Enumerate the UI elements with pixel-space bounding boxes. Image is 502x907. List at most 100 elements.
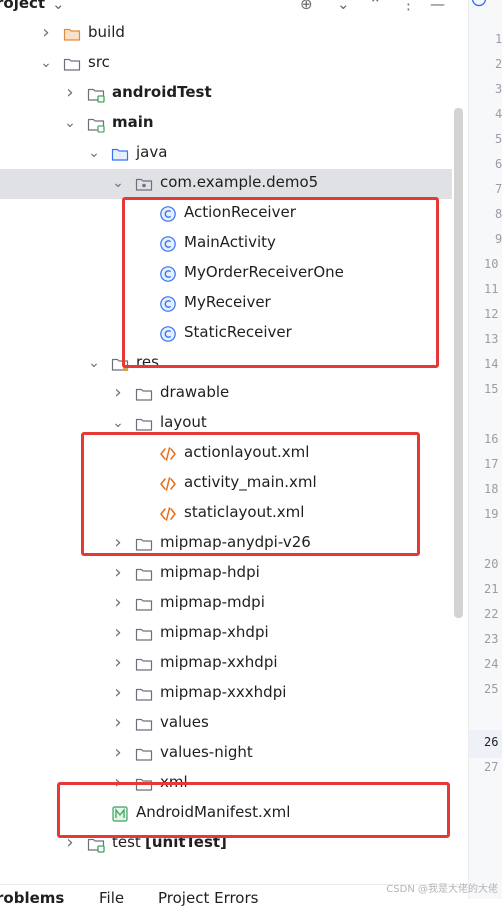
source-folder-icon xyxy=(111,145,129,163)
tree-item-label: com.example.demo5 xyxy=(160,173,319,191)
line-number: 14 xyxy=(484,357,499,371)
line-number: 13 xyxy=(484,332,499,346)
options-icon[interactable]: ⋮ xyxy=(401,0,416,13)
chevron-down-icon[interactable]: ⌄ xyxy=(112,175,124,191)
chevron-down-icon[interactable]: ⌄ xyxy=(112,415,124,431)
folder-icon xyxy=(135,745,153,763)
folder-icon xyxy=(135,415,153,433)
line-number: 2 xyxy=(495,57,502,71)
class-file-tab-icon[interactable] xyxy=(471,0,487,9)
tree-item-label: layout xyxy=(160,413,207,431)
chevron-right-icon[interactable]: › xyxy=(112,384,124,402)
chevron-right-icon[interactable]: › xyxy=(112,564,124,582)
tree-item-label: main xyxy=(112,113,154,131)
line-number: 16 xyxy=(484,432,499,446)
line-number: 8 xyxy=(495,207,502,221)
folder-icon xyxy=(135,385,153,403)
tree-row[interactable]: › androidTest xyxy=(0,79,452,109)
line-number: 25 xyxy=(484,682,499,696)
tab-problems[interactable]: roblems xyxy=(0,889,64,907)
tree-row[interactable]: › mipmap-xxxhdpi xyxy=(0,679,452,709)
line-number: 20 xyxy=(484,557,499,571)
line-number: 27 xyxy=(484,760,499,774)
line-number: 6 xyxy=(495,157,502,171)
line-number: 4 xyxy=(495,107,502,121)
package-icon xyxy=(135,175,153,193)
tree-row[interactable]: › build xyxy=(0,19,452,49)
line-number: 5 xyxy=(495,132,502,146)
tree-item-label: mipmap-xhdpi xyxy=(160,623,269,641)
chevron-right-icon[interactable]: › xyxy=(40,24,52,42)
tab-project-errors[interactable]: Project Errors xyxy=(158,889,258,907)
chevron-down-icon[interactable]: ⌄ xyxy=(64,115,76,131)
line-number: 23 xyxy=(484,632,499,646)
locate-icon[interactable]: ⊕ xyxy=(300,0,313,13)
tree-row[interactable]: ⌄ main xyxy=(0,109,452,139)
chevron-right-icon[interactable]: › xyxy=(64,84,76,102)
tree-row[interactable]: ⌄ com.example.demo5 xyxy=(0,169,452,199)
highlight-box-manifest xyxy=(57,782,450,838)
tree-row[interactable]: › values xyxy=(0,709,452,739)
tree-item-label: values-night xyxy=(160,743,253,761)
hide-icon[interactable]: — xyxy=(430,0,445,13)
chevron-down-icon[interactable]: ⌄ xyxy=(88,355,100,371)
line-number: 17 xyxy=(484,457,499,471)
tree-row[interactable]: ⌄ src xyxy=(0,49,452,79)
line-number: 10 xyxy=(484,257,499,271)
watermark: CSDN @我是大佬的大佬 xyxy=(386,884,498,895)
folder-icon xyxy=(135,595,153,613)
folder-icon xyxy=(135,685,153,703)
tree-item-label: drawable xyxy=(160,383,230,401)
tree-item-label: src xyxy=(88,53,110,71)
line-number: 18 xyxy=(484,482,499,496)
folder-orange-icon xyxy=(63,25,81,43)
tree-item-label: androidTest xyxy=(112,83,212,101)
line-number: 7 xyxy=(495,182,502,196)
tree-row[interactable]: › mipmap-xxhdpi xyxy=(0,649,452,679)
folder-icon xyxy=(135,715,153,733)
chevron-right-icon[interactable]: › xyxy=(112,744,124,762)
tree-row[interactable]: ⌄ java xyxy=(0,139,452,169)
tree-scrollbar[interactable] xyxy=(454,108,463,618)
project-header: roject ⌄ ⊕ ⌄ ⌃ ⋮ — xyxy=(0,0,468,14)
tree-item-label: mipmap-xxhdpi xyxy=(160,653,278,671)
highlight-box-classes xyxy=(122,197,439,368)
chevron-down-icon[interactable]: ⌄ xyxy=(40,55,52,71)
expand-all-icon[interactable]: ⌄ xyxy=(337,0,350,13)
project-title[interactable]: roject xyxy=(0,0,45,12)
line-number: 21 xyxy=(484,582,499,596)
tree-row[interactable]: › values-night xyxy=(0,739,452,769)
line-number: 19 xyxy=(484,507,499,521)
folder-icon xyxy=(135,565,153,583)
tree-item-label: mipmap-hdpi xyxy=(160,563,260,581)
chevron-down-icon[interactable]: ⌄ xyxy=(52,0,65,13)
tree-item-label: values xyxy=(160,713,209,731)
chevron-right-icon[interactable]: › xyxy=(112,624,124,642)
test-folder-icon xyxy=(87,85,105,103)
tab-file[interactable]: File xyxy=(99,889,124,907)
line-number: 3 xyxy=(495,82,502,96)
chevron-down-icon[interactable]: ⌄ xyxy=(88,145,100,161)
folder-icon xyxy=(135,655,153,673)
chevron-right-icon[interactable]: › xyxy=(112,654,124,672)
tree-row[interactable]: › mipmap-hdpi xyxy=(0,559,452,589)
line-number: 26 xyxy=(484,735,499,749)
highlight-box-layouts xyxy=(81,432,420,556)
folder-icon xyxy=(63,55,81,73)
tree-row[interactable]: › mipmap-mdpi xyxy=(0,589,452,619)
line-number: 24 xyxy=(484,657,499,671)
tree-item-label: mipmap-xxxhdpi xyxy=(160,683,287,701)
folder-icon xyxy=(135,625,153,643)
tree-item-label: java xyxy=(136,143,168,161)
collapse-all-icon[interactable]: ⌃ xyxy=(369,0,382,13)
chevron-right-icon[interactable]: › xyxy=(112,714,124,732)
module-folder-icon xyxy=(87,115,105,133)
line-number: 12 xyxy=(484,307,499,321)
chevron-right-icon[interactable]: › xyxy=(112,594,124,612)
line-number: 15 xyxy=(484,382,499,396)
editor-gutter: 1 2 3 4 5 6 7 8 9 10 11 12 13 14 15 16 17 18 19 20 21 22 23 24 2… xyxy=(468,0,502,899)
tree-row[interactable]: › mipmap-xhdpi xyxy=(0,619,452,649)
tree-row[interactable]: › drawable xyxy=(0,379,452,409)
chevron-right-icon[interactable]: › xyxy=(112,684,124,702)
line-number: 9 xyxy=(495,232,502,246)
